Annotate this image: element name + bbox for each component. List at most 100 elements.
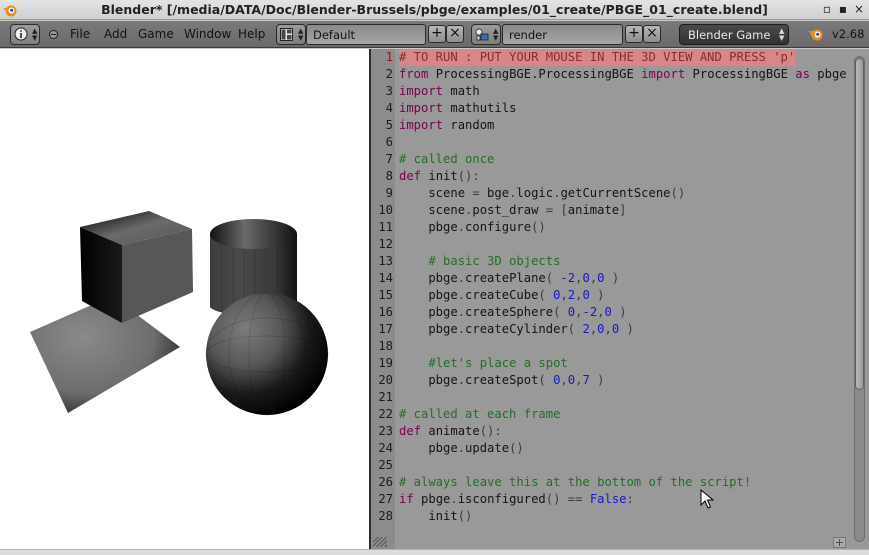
line-number: 24: [378, 441, 393, 455]
3d-scene-render: [30, 211, 329, 416]
editor-scrollbar-thumb[interactable]: [855, 58, 864, 390]
code-text: # always leave this at the bottom of the…: [399, 475, 752, 489]
bottom-border: [0, 549, 869, 555]
line-number: 3: [385, 84, 393, 98]
menu-game[interactable]: Game: [138, 27, 174, 41]
line-number: 21: [378, 390, 393, 404]
code-line[interactable]: 23 def animate():: [371, 423, 851, 440]
code-text: def animate():: [399, 424, 502, 438]
add-screen-button[interactable]: +: [428, 25, 446, 43]
code-line[interactable]: 7 # called once: [371, 151, 851, 168]
code-line[interactable]: 20 pbge.createSpot( 0,0,7 ): [371, 372, 851, 389]
code-text: pbge.createSphere( 0,-2,0 ): [399, 305, 627, 319]
code-text: pbge.configure(): [399, 220, 546, 234]
line-number: 2: [385, 67, 393, 81]
code-line[interactable]: 21: [371, 389, 851, 406]
code-line[interactable]: 2 from ProcessingBGE.ProcessingBGE import…: [371, 66, 851, 83]
code-line[interactable]: 4 import mathutils: [371, 100, 851, 117]
minimize-button[interactable]: ▫: [820, 2, 834, 16]
collapse-menus-icon[interactable]: [49, 30, 58, 39]
code-line[interactable]: 11 pbge.configure(): [371, 219, 851, 236]
info-editor-icon: [14, 27, 28, 41]
window-titlebar[interactable]: Blender* [/media/DATA/Doc/Blender-Brusse…: [0, 0, 869, 20]
line-number: 5: [385, 118, 393, 132]
code-text: pbge.createPlane( -2,0,0 ): [399, 271, 620, 285]
code-text: if pbge.isconfigured() == False:: [399, 492, 634, 506]
code-text: import random: [399, 118, 495, 132]
screen-layout-field[interactable]: Default: [306, 24, 426, 45]
text-editor[interactable]: 1 # TO RUN : PUT YOUR MOUSE IN THE 3D VIE…: [371, 49, 869, 549]
info-header: ▲ ▼ File Add Game Window Help ▲ ▼ Default …: [0, 21, 869, 48]
line-number: 17: [378, 322, 393, 336]
code-text: scene.post_draw = [animate]: [399, 203, 627, 217]
code-line[interactable]: 16 pbge.createSphere( 0,-2,0 ): [371, 304, 851, 321]
code-line[interactable]: 26 # always leave this at the bottom of t…: [371, 474, 851, 491]
code-line[interactable]: 19 #let's place a spot: [371, 355, 851, 372]
line-number: 13: [378, 254, 393, 268]
code-line[interactable]: 25: [371, 457, 851, 474]
chevron-up-down-icon: ▲ ▼: [493, 27, 499, 42]
menu-help[interactable]: Help: [238, 27, 265, 41]
sphere-object: [206, 293, 328, 415]
line-number: 8: [385, 169, 393, 183]
code-line[interactable]: 13 # basic 3D objects: [371, 253, 851, 270]
menu-add[interactable]: Add: [104, 27, 127, 41]
code-text: pbge.createCube( 0,2,0 ): [399, 288, 605, 302]
scene-field[interactable]: render: [502, 24, 623, 45]
scene-icon: [475, 28, 489, 41]
3d-viewport[interactable]: [0, 49, 369, 549]
line-number: 12: [378, 237, 393, 251]
code-line[interactable]: 5 import random: [371, 117, 851, 134]
delete-screen-button[interactable]: ×: [446, 25, 464, 43]
area-split-plus-icon[interactable]: +: [833, 537, 846, 548]
screen-layout-browse-button[interactable]: ▲ ▼: [276, 24, 306, 45]
area-corner-handle[interactable]: [373, 537, 387, 547]
chevron-up-down-icon: ▲ ▼: [298, 27, 304, 42]
mouse-pointer-icon: [700, 489, 714, 509]
render-engine-select[interactable]: Blender Game ▲ ▼: [679, 24, 789, 45]
code-line[interactable]: 24 pbge.update(): [371, 440, 851, 457]
menu-file[interactable]: File: [70, 27, 90, 41]
code-line[interactable]: 22 # called at each frame: [371, 406, 851, 423]
add-scene-button[interactable]: +: [625, 25, 643, 43]
delete-scene-button[interactable]: ×: [643, 25, 661, 43]
cylinder-top: [210, 219, 297, 249]
plus-icon: +: [431, 25, 443, 41]
code-text: # basic 3D objects: [428, 254, 561, 268]
line-number: 15: [378, 288, 393, 302]
line-number: 9: [385, 186, 393, 200]
maximize-button[interactable]: ▪: [836, 2, 850, 16]
cube-front-face: [122, 229, 193, 323]
window-title: Blender* [/media/DATA/Doc/Blender-Brusse…: [101, 2, 768, 17]
code-text: # TO RUN : PUT YOUR MOUSE IN THE 3D VIEW…: [399, 49, 796, 66]
code-text: pbge.createCylinder( 2,0,0 ): [399, 322, 634, 336]
code-line[interactable]: 6: [371, 134, 851, 151]
code-line[interactable]: 18: [371, 338, 851, 355]
code-text: init(): [399, 509, 473, 523]
code-line[interactable]: 28 init(): [371, 508, 851, 525]
code-line[interactable]: 15 pbge.createCube( 0,2,0 ): [371, 287, 851, 304]
chevron-up-down-icon: ▲ ▼: [779, 27, 785, 42]
line-number: 25: [378, 458, 393, 472]
line-number: 11: [378, 220, 393, 234]
menu-window[interactable]: Window: [184, 27, 231, 41]
plus-icon: +: [628, 25, 640, 41]
code-line[interactable]: 9 scene = bge.logic.getCurrentScene(): [371, 185, 851, 202]
code-text: scene = bge.logic.getCurrentScene(): [399, 186, 686, 200]
code-line[interactable]: 12: [371, 236, 851, 253]
scene-browse-button[interactable]: ▲ ▼: [471, 24, 501, 45]
code-line[interactable]: 8 def init():: [371, 168, 851, 185]
code-line[interactable]: 10 scene.post_draw = [animate]: [371, 202, 851, 219]
line-number: 28: [378, 509, 393, 523]
editor-type-button[interactable]: ▲ ▼: [10, 24, 40, 45]
code-line[interactable]: 3 import math: [371, 83, 851, 100]
code-line[interactable]: 14 pbge.createPlane( -2,0,0 ): [371, 270, 851, 287]
code-text: def init():: [399, 169, 480, 183]
close-button[interactable]: ×: [852, 2, 866, 16]
line-number: 20: [378, 373, 393, 387]
code-text: # called once: [399, 152, 495, 166]
code-line[interactable]: 27 if pbge.isconfigured() == False:: [371, 491, 851, 508]
line-number: 1: [385, 50, 393, 64]
code-line[interactable]: 17 pbge.createCylinder( 2,0,0 ): [371, 321, 851, 338]
code-line[interactable]: 1 # TO RUN : PUT YOUR MOUSE IN THE 3D VIE…: [371, 49, 851, 66]
